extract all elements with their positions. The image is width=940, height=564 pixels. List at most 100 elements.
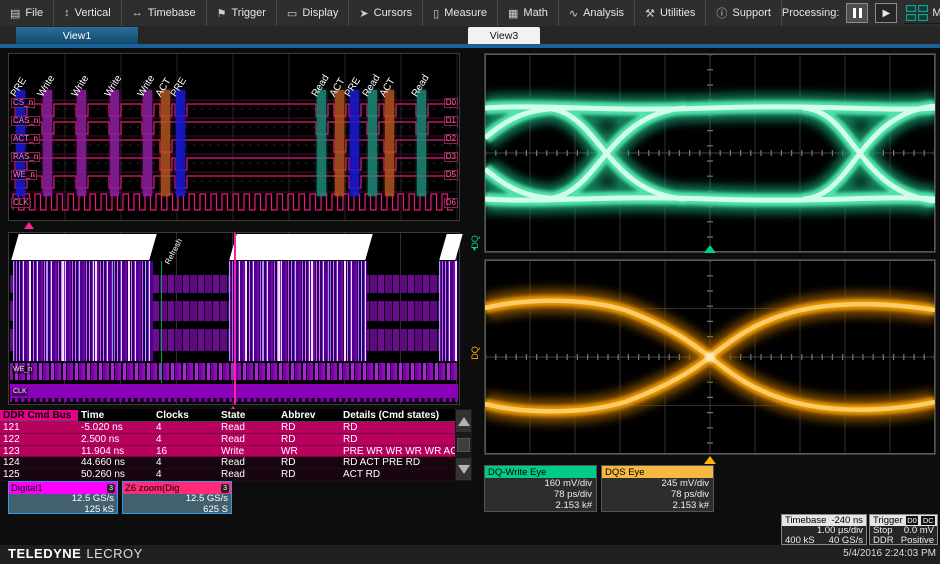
menu-label: Math — [523, 7, 547, 19]
menu-file[interactable]: ▤File — [0, 0, 54, 26]
cell: RD — [278, 434, 340, 445]
trigger-position-marker[interactable] — [24, 222, 34, 229]
cell: -5.020 ns — [78, 422, 153, 433]
cell: 2.500 ns — [78, 434, 153, 445]
column-header[interactable]: Clocks — [153, 410, 218, 421]
menu-utilities[interactable]: ⚒Utilities — [635, 0, 706, 26]
processing-label: Processing: — [782, 7, 839, 19]
cell: 4 — [153, 434, 218, 445]
cursor-icon: ➤ — [359, 7, 368, 20]
menu-measure[interactable]: ▯Measure — [423, 0, 498, 26]
cmd-bar-write — [143, 90, 152, 196]
dqs-eye-descriptor[interactable]: DQS Eye 245 mV/div 78 ps/div 2.153 k# — [601, 465, 714, 512]
digital1-descriptor[interactable]: Digital13 12.5 GS/s 125 kS — [8, 481, 118, 514]
mosaic-dropdown[interactable]: Mosaic — [904, 3, 940, 24]
column-header[interactable]: Details (Cmd states) — [340, 410, 455, 421]
column-header[interactable]: DDR Cmd Bus — [0, 410, 78, 421]
cmd-bar-pre — [350, 90, 359, 196]
trigger-descriptor[interactable]: TriggerD0DC Stop0.0 mV DDRPositive — [869, 514, 938, 545]
display-icon: ▭ — [287, 7, 297, 20]
menu-vertical[interactable]: ↕Vertical — [54, 0, 122, 26]
column-header[interactable]: Abbrev — [278, 410, 340, 421]
menu-cursors[interactable]: ➤Cursors — [349, 0, 423, 26]
table-row[interactable]: 12550.260 ns4ReadRDACT RD — [0, 469, 472, 481]
cell: RD — [278, 422, 340, 433]
z6-zoom-descriptor[interactable]: Z6 zoom(Dig3 12.5 GS/s 625 S — [122, 481, 232, 514]
timebase-icon: ↔ — [132, 7, 143, 19]
cell: 50.260 ns — [78, 469, 153, 480]
chart-icon: ∿ — [569, 7, 578, 20]
scroll-up-button[interactable] — [456, 410, 471, 432]
column-header[interactable]: State — [218, 410, 278, 421]
table-scrollbar — [455, 409, 472, 481]
timebase-descriptor[interactable]: Timebase-240 ns 1.00 µs/div 400 kS40 GS/… — [781, 514, 867, 545]
cell: Read — [218, 457, 278, 468]
timing-waveform-panel[interactable]: PRE Write Write Write Write ACT PRE Read… — [8, 53, 460, 221]
table-row[interactable]: 12311.904 ns16WriteWRPRE WR WR WR WR AC.… — [0, 446, 472, 458]
cell: RD ACT PRE RD — [340, 457, 455, 468]
dq-eye-center-marker[interactable] — [704, 245, 716, 253]
marker-line-green — [161, 261, 162, 383]
dqs-eye-panel[interactable] — [484, 259, 936, 455]
pause-button[interactable] — [846, 3, 868, 23]
table-row[interactable]: 12444.660 ns4ReadRDRD ACT PRE RD — [0, 457, 472, 469]
digital-line-label: D6 — [444, 198, 458, 208]
time-per-div: 78 ps/div — [602, 489, 713, 500]
digital-line-label: D0 — [444, 98, 458, 108]
down-arrow-icon — [458, 465, 470, 474]
signal-label-actn: ACT_n — [11, 134, 40, 144]
cmd-bar-act — [335, 90, 344, 196]
cell: RD — [278, 469, 340, 480]
cmd-bar-pre — [176, 90, 185, 196]
decode-label-cluster — [229, 234, 372, 260]
table-row[interactable]: 121-5.020 ns4ReadRDRD — [0, 422, 472, 434]
signal-label-casn: CAS_n — [11, 116, 40, 126]
menu-display[interactable]: ▭Display — [277, 0, 349, 26]
cell: WR — [278, 446, 340, 457]
wen-band-label: WE_n — [12, 366, 33, 374]
signal-label-rasn: RAS_n — [11, 152, 40, 162]
play-button[interactable]: ▶ — [875, 3, 897, 23]
datetime-display: 5/4/2016 2:24:03 PM — [843, 548, 936, 559]
sample-count: 125 kS — [9, 505, 117, 516]
menu-label: Trigger — [231, 7, 265, 19]
dq-eye-svg — [485, 54, 935, 252]
digital-line-label: D2 — [444, 134, 458, 144]
menu-label: Timebase — [148, 7, 196, 19]
dqs-eye-center-marker[interactable] — [704, 456, 716, 464]
menu-support[interactable]: ⓘSupport — [706, 0, 782, 26]
cmd-bar-read — [317, 90, 326, 196]
zoom-cursor-line[interactable] — [234, 233, 236, 404]
digital-zoom-panel[interactable]: Refresh WE_n CLK — [8, 232, 460, 405]
dq-write-eye-descriptor[interactable]: DQ-Write Eye 160 mV/div 78 ps/div 2.153 … — [484, 465, 597, 512]
tab-view1[interactable]: View1 — [16, 27, 138, 44]
cmd-bar-write — [110, 90, 119, 196]
measure-icon: ▯ — [433, 7, 439, 20]
scroll-down-button[interactable] — [456, 458, 471, 480]
cmd-bar-write — [43, 90, 52, 196]
menu-timebase[interactable]: ↔ Timebase — [122, 0, 207, 26]
cell: 4 — [153, 422, 218, 433]
table-row[interactable]: 1222.500 ns4ReadRDRD — [0, 434, 472, 446]
cell: 11.904 ns — [78, 446, 153, 457]
menu-math[interactable]: ▦ Math — [498, 0, 559, 26]
cell: 125 — [0, 469, 78, 480]
table-header-row: DDR Cmd Bus Time Clocks State Abbrev Det… — [0, 409, 472, 422]
bus-activity-burst — [439, 261, 459, 361]
column-header[interactable]: Time — [78, 410, 153, 421]
scroll-thumb[interactable] — [457, 438, 470, 452]
info-icon: ⓘ — [716, 5, 727, 21]
menu-trigger[interactable]: ⚑ Trigger — [207, 0, 277, 26]
trigger-flag-icon: ⚑ — [217, 7, 227, 20]
cell: Read — [218, 422, 278, 433]
up-arrow-icon — [458, 417, 470, 426]
dq-write-eye-panel[interactable] — [484, 53, 936, 253]
calculator-icon: ▦ — [508, 7, 518, 20]
menu-analysis[interactable]: ∿Analysis — [559, 0, 635, 26]
digital-line-label: D5 — [444, 170, 458, 180]
descriptor-title: Digital1 — [11, 483, 43, 494]
tab-view3[interactable]: View3 — [468, 27, 540, 44]
brand-lecroy: LECROY — [86, 546, 142, 561]
time-per-div: 78 ps/div — [485, 489, 596, 500]
sample-rate: 12.5 GS/s — [9, 494, 117, 505]
